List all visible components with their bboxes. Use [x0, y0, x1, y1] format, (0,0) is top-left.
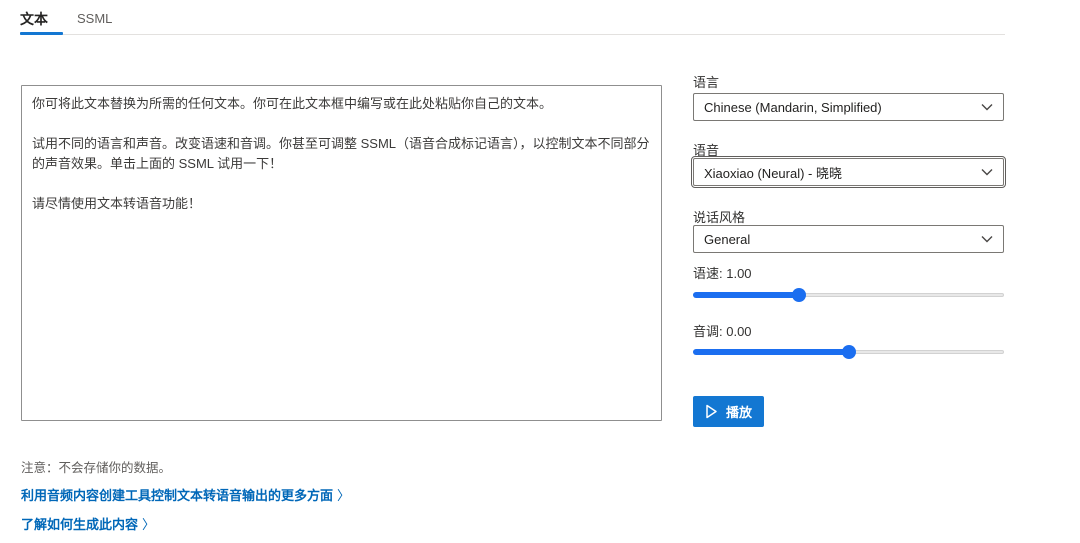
slider-fill [693, 292, 799, 298]
chevron-right-icon: 〉 [337, 488, 350, 503]
chevron-down-icon [981, 103, 993, 111]
play-button[interactable]: 播放 [693, 396, 764, 427]
language-select-value: Chinese (Mandarin, Simplified) [704, 100, 882, 115]
tab-ssml[interactable]: SSML [77, 11, 112, 26]
audio-content-creation-link[interactable]: 利用音频内容创建工具控制文本转语音输出的更多方面〉 [21, 485, 350, 504]
chevron-down-icon [981, 168, 993, 176]
data-storage-note: 注意：不会存储你的数据。 [21, 457, 171, 476]
link-label: 了解如何生成此内容 [21, 517, 138, 532]
language-label: 语言 [693, 72, 719, 91]
tts-text-input[interactable]: 你可将此文本替换为所需的任何文本。你可在此文本框中编写或在此处粘贴你自己的文本。… [21, 85, 662, 421]
voice-select-value: Xiaoxiao (Neural) - 晓晓 [704, 163, 842, 182]
language-select[interactable]: Chinese (Mandarin, Simplified) [693, 93, 1004, 121]
speaking-rate-slider[interactable] [693, 288, 1004, 302]
slider-thumb[interactable] [842, 345, 856, 359]
pitch-label: 音调: 0.00 [693, 321, 752, 340]
chevron-right-icon: 〉 [142, 517, 155, 532]
chevron-down-icon [981, 235, 993, 243]
slider-thumb[interactable] [792, 288, 806, 302]
tab-bar-divider [20, 34, 1005, 35]
text-to-speech-panel: 文本 SSML 你可将此文本替换为所需的任何文本。你可在此文本框中编写或在此处粘… [0, 0, 1080, 543]
speaking-rate-label: 语速: 1.00 [693, 263, 752, 282]
voice-label: 语音 [693, 140, 719, 159]
active-tab-indicator [20, 32, 63, 35]
speaking-style-select-value: General [704, 232, 750, 247]
speaking-style-select[interactable]: General [693, 225, 1004, 253]
pitch-slider[interactable] [693, 345, 1004, 359]
play-icon [705, 404, 718, 419]
learn-how-generated-link[interactable]: 了解如何生成此内容〉 [21, 514, 155, 533]
speaking-style-label: 说话风格 [693, 207, 745, 226]
play-button-label: 播放 [726, 402, 752, 421]
slider-fill [693, 349, 849, 355]
tab-text[interactable]: 文本 [20, 9, 48, 29]
voice-select[interactable]: Xiaoxiao (Neural) - 晓晓 [693, 158, 1004, 186]
link-label: 利用音频内容创建工具控制文本转语音输出的更多方面 [21, 488, 333, 503]
